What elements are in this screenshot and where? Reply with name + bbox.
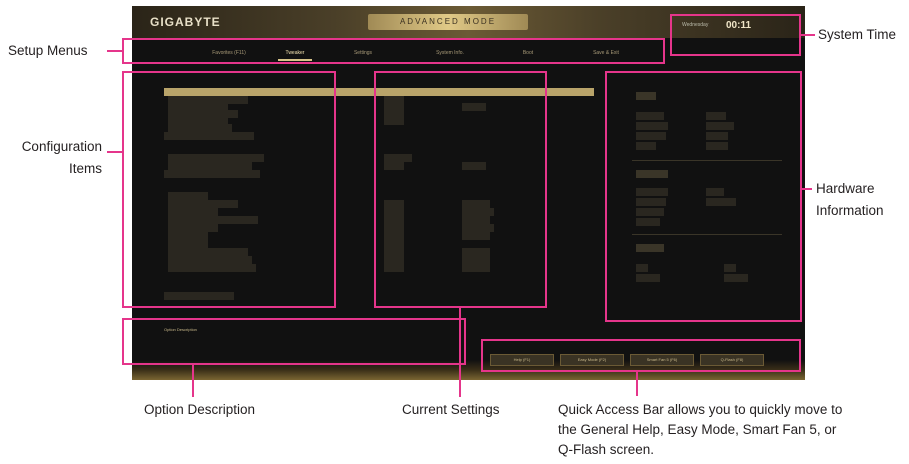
config-items-connector	[107, 151, 122, 153]
quick-access-label-line1: Quick Access Bar allows you to quickly m…	[558, 402, 843, 417]
setup-menus-box	[122, 38, 665, 64]
current-settings-box	[374, 71, 547, 308]
option-description-connector	[192, 365, 194, 397]
option-description-label: Option Description	[144, 402, 256, 417]
setup-menus-connector	[107, 50, 122, 52]
hardware-info-box	[605, 71, 802, 322]
system-time-connector	[801, 34, 815, 36]
hardware-info-label-line1: Hardware	[816, 181, 875, 196]
configuration-items-box	[122, 71, 336, 308]
current-settings-label: Current Settings	[402, 402, 500, 417]
system-time-box	[670, 14, 801, 56]
config-items-label-line1: Configuration	[21, 139, 102, 154]
quick-access-box	[481, 339, 801, 372]
hardware-info-label-line2: Information	[816, 203, 884, 218]
quick-access-label-line2: the General Help, Easy Mode, Smart Fan 5…	[558, 422, 837, 437]
quick-access-connector	[636, 372, 638, 396]
advanced-mode-title: ADVANCED MODE	[368, 14, 528, 30]
setup-menus-label: Setup Menus	[8, 43, 88, 58]
system-time-label: System Time	[818, 27, 897, 42]
hardware-info-connector	[802, 188, 812, 190]
option-description-box	[122, 318, 466, 365]
quick-access-label-line3: Q-Flash screen.	[558, 442, 655, 457]
current-settings-connector	[459, 308, 461, 397]
gigabyte-logo: GIGABYTE	[150, 15, 221, 29]
config-items-label-line2: Items	[68, 161, 102, 176]
